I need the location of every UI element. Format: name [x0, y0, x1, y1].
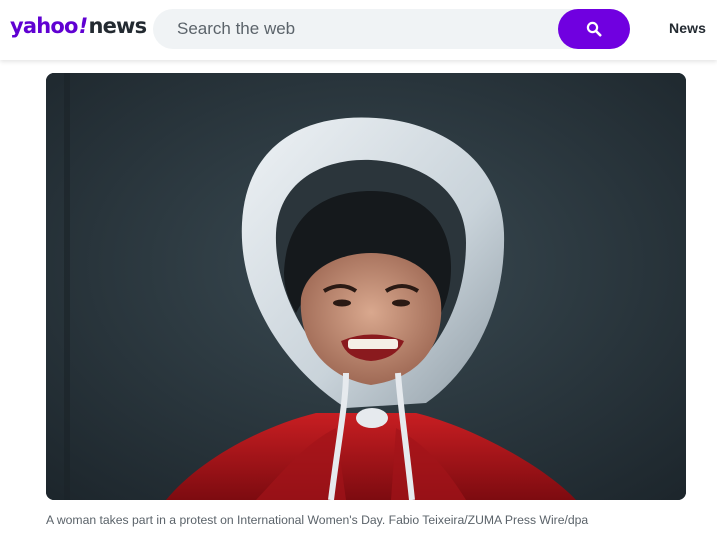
search-bar [153, 9, 630, 49]
photo-caption: A woman takes part in a protest on Inter… [46, 513, 589, 527]
yahoo-news-logo[interactable]: yahoo! news [10, 14, 147, 44]
search-icon [586, 21, 602, 37]
logo-bang: ! [78, 14, 89, 38]
logo-section: news [88, 14, 147, 38]
protest-photo-image [46, 73, 686, 500]
nav-news-link[interactable]: News [669, 20, 706, 36]
site-header: yahoo!news News [0, 0, 717, 60]
search-input[interactable] [153, 9, 558, 49]
article-photo [46, 73, 686, 500]
logo-brand: yahoo [10, 14, 78, 38]
search-button[interactable] [558, 9, 630, 49]
